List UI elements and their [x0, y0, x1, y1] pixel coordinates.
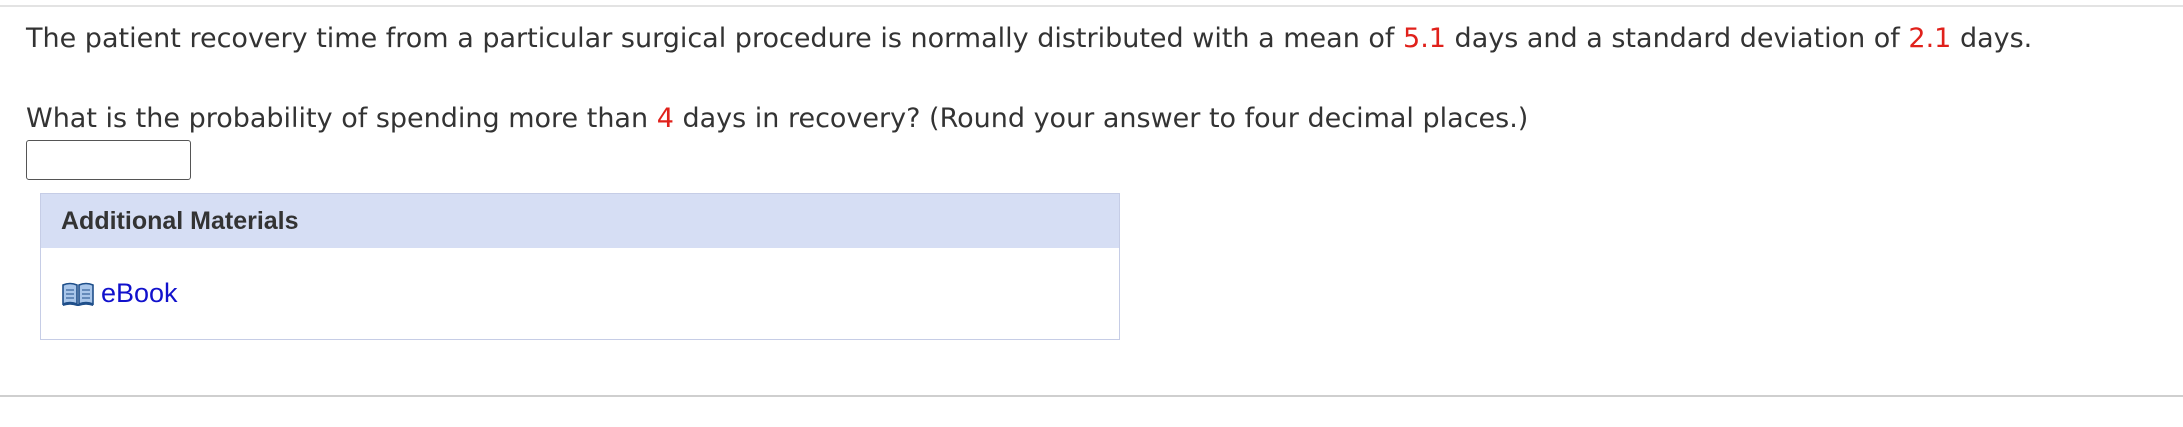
question-statement: The patient recovery time from a particu…	[26, 21, 2032, 57]
sd-value: 2.1	[1908, 23, 1952, 54]
statement-text-3: days.	[1951, 23, 2033, 54]
top-divider	[0, 5, 2183, 7]
question-prompt: What is the probability of spending more…	[26, 101, 1528, 137]
ebook-label: eBook	[101, 278, 178, 308]
bottom-divider	[0, 395, 2183, 397]
mean-value: 5.1	[1403, 23, 1446, 54]
threshold-value: 4	[656, 103, 674, 134]
book-icon	[61, 280, 95, 308]
prompt-text-1: What is the probability of spending more…	[26, 103, 657, 134]
additional-materials-body: eBook	[41, 248, 1119, 339]
answer-input[interactable]	[26, 140, 191, 180]
additional-materials-header: Additional Materials	[41, 194, 1119, 248]
prompt-text-2: days in recovery? (Round your answer to …	[673, 103, 1529, 134]
statement-text-1: The patient recovery time from a particu…	[26, 23, 1404, 54]
statement-text-2: days and a standard deviation of	[1445, 23, 1909, 54]
additional-materials-panel: Additional Materials eBook	[40, 193, 1120, 340]
ebook-link[interactable]: eBook	[61, 278, 178, 309]
